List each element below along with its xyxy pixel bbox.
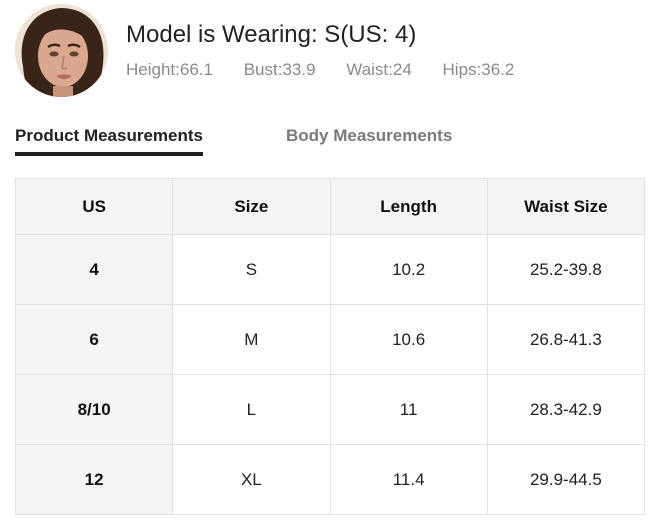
cell-size: M <box>172 304 331 375</box>
stat-height-value: 66.1 <box>179 60 213 79</box>
stat-height-label: Height: <box>126 60 180 79</box>
tab-product-measurements[interactable]: Product Measurements <box>15 124 203 156</box>
table-row: 8/10 L 11 28.3-42.9 <box>14 374 646 445</box>
header-waist-size: Waist Size <box>486 178 646 235</box>
cell-us: 6 <box>14 304 174 375</box>
tab-body-measurements[interactable]: Body Measurements <box>286 124 452 148</box>
stat-bust: Bust:33.9 <box>244 60 316 80</box>
header-size: Size <box>172 178 331 235</box>
table-row: 12 XL 11.4 29.9-44.5 <box>14 444 646 515</box>
model-wearing-title: Model is Wearing: S(US: 4) <box>126 21 417 48</box>
stat-waist-label: Waist: <box>346 60 393 79</box>
table-row: 6 M 10.6 26.8-41.3 <box>14 304 646 375</box>
model-stats: Height:66.1 Bust:33.9 Waist:24 Hips:36.2 <box>126 60 514 80</box>
cell-waist-size: 25.2-39.8 <box>486 234 646 305</box>
cell-size: L <box>172 374 331 445</box>
stat-waist-value: 24 <box>392 60 412 79</box>
cell-size: S <box>172 234 331 305</box>
model-portrait-image <box>15 4 108 97</box>
cell-length: 11.4 <box>329 444 488 515</box>
stat-bust-label: Bust: <box>243 60 283 79</box>
header-us: US <box>14 178 174 235</box>
cell-waist-size: 28.3-42.9 <box>486 374 646 445</box>
stat-hips-label: Hips: <box>442 60 482 79</box>
cell-us: 12 <box>14 444 174 515</box>
model-info: Model is Wearing: S(US: 4) Height:66.1 B… <box>15 4 635 98</box>
model-avatar <box>15 4 108 97</box>
size-table: US Size Length Waist Size 4 S 10.2 25.2-… <box>14 178 646 515</box>
cell-length: 11 <box>329 374 488 445</box>
cell-waist-size: 29.9-44.5 <box>486 444 646 515</box>
cell-us: 8/10 <box>14 374 174 445</box>
stat-hips: Hips:36.2 <box>443 60 515 80</box>
cell-size: XL <box>172 444 331 515</box>
cell-us: 4 <box>14 234 174 305</box>
measurement-tabs: Product Measurements Body Measurements <box>15 124 635 156</box>
table-header-row: US Size Length Waist Size <box>14 178 646 235</box>
cell-waist-size: 26.8-41.3 <box>486 304 646 375</box>
stat-waist: Waist:24 <box>346 60 412 80</box>
cell-length: 10.2 <box>329 234 488 305</box>
table-row: 4 S 10.2 25.2-39.8 <box>14 234 646 305</box>
cell-length: 10.6 <box>329 304 488 375</box>
size-table-container: US Size Length Waist Size 4 S 10.2 25.2-… <box>14 178 646 515</box>
stat-height: Height:66.1 <box>126 60 213 80</box>
header-length: Length <box>329 178 488 235</box>
stat-bust-value: 33.9 <box>282 60 316 79</box>
stat-hips-value: 36.2 <box>481 60 515 79</box>
